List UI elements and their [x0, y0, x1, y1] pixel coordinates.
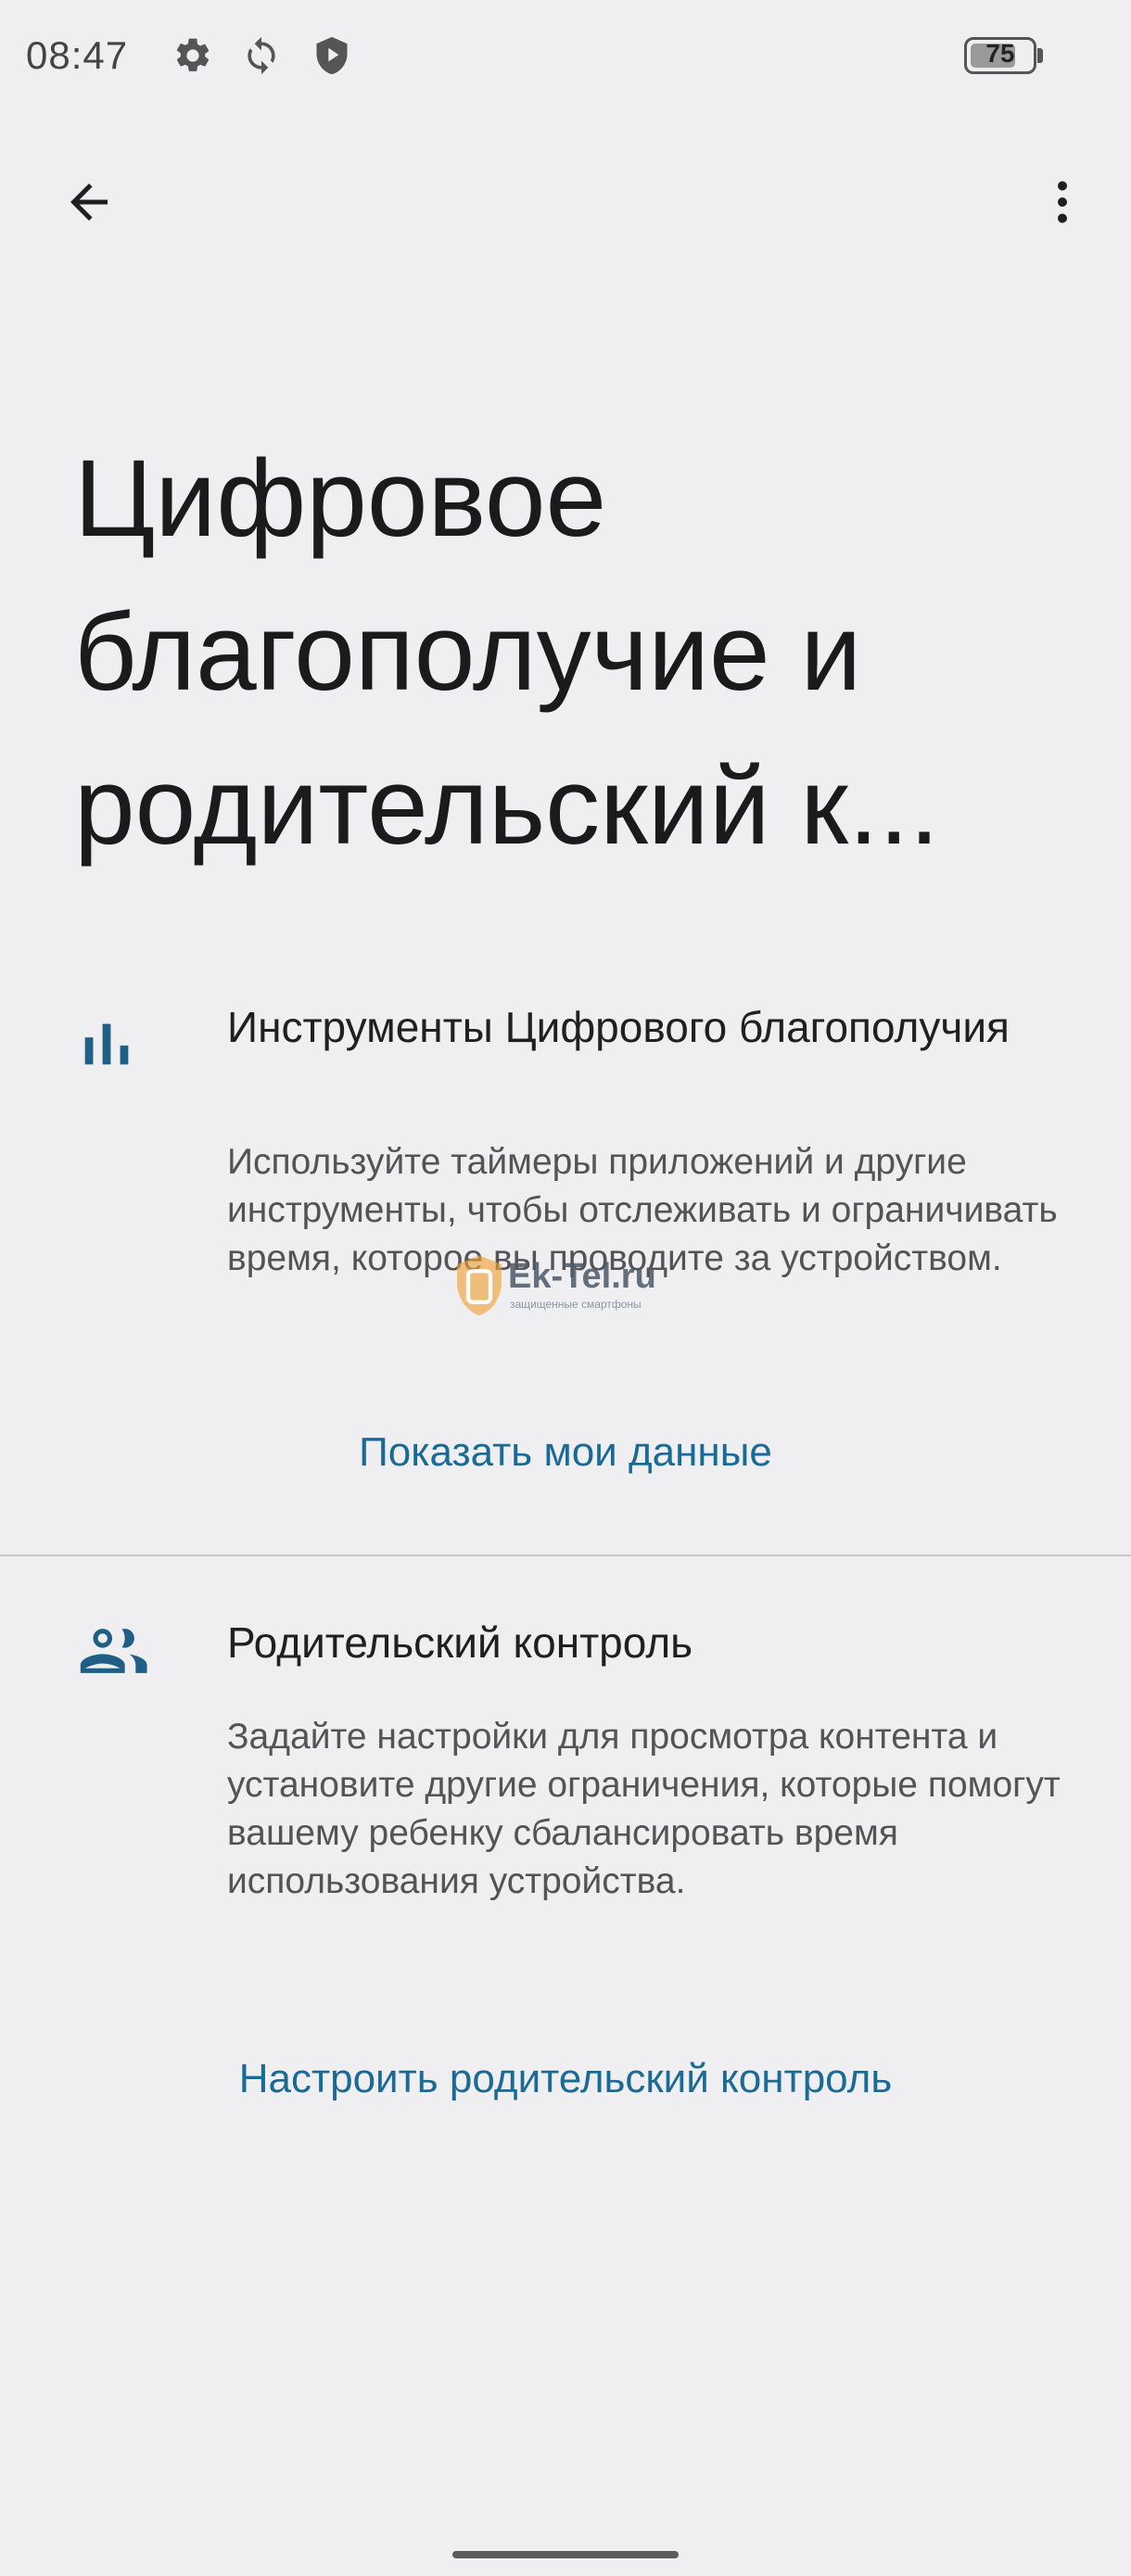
watermark-brand: Ek-Tel.ru — [508, 1257, 656, 1296]
gesture-nav-bar[interactable] — [452, 2551, 679, 2558]
setup-parental-controls-button[interactable]: Настроить родительский контроль — [0, 2056, 1131, 2102]
wellbeing-title: Инструменты Цифрового благополучия — [227, 1003, 1010, 1051]
gear-icon — [172, 35, 213, 76]
status-time: 08:47 — [26, 33, 129, 77]
shield-logo-icon — [457, 1255, 502, 1316]
shield-play-icon — [311, 35, 352, 76]
parental-controls-title: Родительский контроль — [227, 1618, 693, 1667]
show-my-data-button[interactable]: Показать мои данные — [0, 1429, 1131, 1476]
watermark-tagline: защищенные смартфоны — [510, 1298, 642, 1311]
more-vert-icon — [1058, 181, 1067, 223]
parental-controls-description: Задайте настройки для просмотра контента… — [227, 1717, 1061, 1901]
battery-percent: 75 — [985, 39, 1015, 68]
watermark-logo: Ek-Tel.ru защищенные смартфоны — [452, 1253, 675, 1320]
family-icon — [74, 1613, 158, 1696]
battery-nub — [1037, 48, 1043, 63]
more-options-button[interactable] — [1016, 156, 1109, 248]
back-button[interactable] — [43, 156, 135, 248]
sync-icon — [241, 35, 282, 76]
status-bar: 08:47 75 — [0, 0, 1131, 115]
bar-chart-icon — [74, 1010, 158, 1094]
arrow-back-icon — [70, 184, 108, 221]
section-divider — [0, 1554, 1131, 1556]
page-title: Цифровое благополучие и родительский к..… — [74, 438, 940, 868]
